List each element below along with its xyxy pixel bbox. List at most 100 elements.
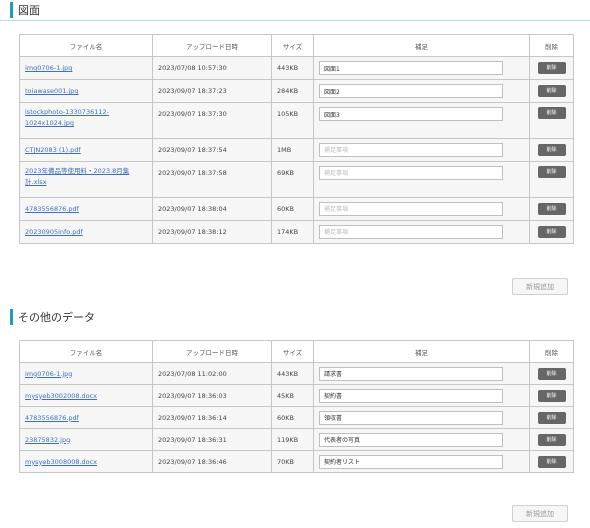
size-cell: 105KB (271, 102, 314, 139)
section-title-text: その他のデータ (18, 311, 95, 324)
file-cell: img0706-1.jpg (19, 56, 153, 80)
column-header-note: 補足 (313, 340, 530, 363)
delete-button[interactable]: 削除 (537, 226, 566, 238)
size-cell: 1MB (271, 138, 314, 162)
file-cell: 4783556876.pdf (19, 197, 153, 221)
table-row: istockphoto-1330736112-1024x1024.jpg 202… (19, 102, 574, 139)
uploaded-cell: 2023/09/07 18:36:14 (152, 406, 272, 429)
delete-button[interactable]: 削除 (537, 85, 566, 97)
size-cell: 45KB (271, 384, 314, 407)
note-input[interactable] (319, 366, 503, 381)
file-link[interactable]: 2023年備品等使用料・2023.8月集計.xlsx (25, 167, 129, 186)
add-drawing-button[interactable]: 新規追加 (512, 278, 568, 295)
size-cell: 69KB (271, 161, 314, 198)
file-link[interactable]: 20230905info.pdf (25, 228, 83, 236)
uploaded-cell: 2023/09/07 18:37:58 (152, 161, 272, 198)
section-title-text: 図面 (18, 4, 40, 17)
column-header-uploaded: アップロード日時 (152, 34, 272, 57)
file-link[interactable]: img0706-1.jpg (25, 370, 72, 378)
note-cell (313, 384, 530, 407)
delete-cell: 削除 (529, 384, 574, 407)
note-cell (313, 197, 530, 221)
delete-cell: 削除 (529, 406, 574, 429)
note-input[interactable] (319, 143, 503, 157)
file-cell: CTJN2083 (1).pdf (19, 138, 153, 162)
file-cell: img0706-1.jpg (19, 362, 153, 385)
file-cell: 4783556876.pdf (19, 406, 153, 429)
size-cell: 443KB (271, 362, 314, 385)
add-other-data-button[interactable]: 新規追加 (512, 505, 568, 522)
note-cell (313, 220, 530, 244)
file-link[interactable]: 4783556876.pdf (25, 205, 79, 213)
delete-cell: 削除 (529, 197, 574, 221)
file-link[interactable]: 4783556876.pdf (25, 414, 79, 422)
file-link[interactable]: mysyeb3008008.docx (25, 458, 97, 466)
file-link[interactable]: mysyeb3002008.docx (25, 392, 97, 400)
other-data-table: ファイル名 アップロード日時 サイズ 補足 削除 img0706-1.jpg 2… (19, 340, 574, 473)
delete-button[interactable]: 削除 (537, 166, 566, 178)
delete-cell: 削除 (529, 79, 574, 103)
delete-button[interactable]: 削除 (537, 455, 566, 468)
note-input[interactable] (319, 61, 503, 75)
drawings-table: ファイル名 アップロード日時 サイズ 補足 削除 img0706-1.jpg 2… (19, 34, 574, 244)
delete-button[interactable]: 削除 (537, 144, 566, 156)
note-input[interactable] (319, 202, 503, 216)
delete-cell: 削除 (529, 56, 574, 80)
uploaded-cell: 2023/09/07 18:37:54 (152, 138, 272, 162)
note-input[interactable] (319, 84, 503, 98)
table-row: mysyeb3008008.docx 2023/09/07 18:36:46 7… (19, 450, 574, 473)
delete-button[interactable]: 削除 (537, 203, 566, 215)
note-input[interactable] (319, 225, 503, 239)
table-row: img0706-1.jpg 2023/07/08 11:02:00 443KB … (19, 362, 574, 385)
table-row: 4783556876.pdf 2023/09/07 18:36:14 60KB … (19, 406, 574, 429)
uploaded-cell: 2023/09/07 18:38:04 (152, 197, 272, 221)
size-cell: 119KB (271, 428, 314, 451)
note-cell (313, 56, 530, 80)
delete-cell: 削除 (529, 161, 574, 198)
file-cell: istockphoto-1330736112-1024x1024.jpg (19, 102, 153, 139)
size-cell: 174KB (271, 220, 314, 244)
column-header-delete: 削除 (529, 340, 574, 363)
file-link[interactable]: istockphoto-1330736112-1024x1024.jpg (25, 108, 109, 127)
file-link[interactable]: 23875832.jpg (25, 436, 70, 444)
uploaded-cell: 2023/09/07 18:36:31 (152, 428, 272, 451)
note-input[interactable] (319, 166, 503, 180)
section-title-drawings: 図面 (10, 2, 40, 18)
delete-button[interactable]: 削除 (537, 433, 566, 446)
size-cell: 60KB (271, 406, 314, 429)
delete-button[interactable]: 削除 (537, 411, 566, 424)
note-input[interactable] (319, 107, 503, 121)
note-cell (313, 102, 530, 139)
column-header-file: ファイル名 (19, 340, 153, 363)
column-header-uploaded: アップロード日時 (152, 340, 272, 363)
column-header-note: 補足 (313, 34, 530, 57)
note-input[interactable] (319, 410, 503, 425)
table-row: 4783556876.pdf 2023/09/07 18:38:04 60KB … (19, 197, 574, 221)
section-title-other-data: その他のデータ (10, 309, 95, 325)
table-row: img0706-1.jpg 2023/07/08 10:57:30 443KB … (19, 56, 574, 80)
note-input[interactable] (319, 388, 503, 403)
uploaded-cell: 2023/09/07 18:38:12 (152, 220, 272, 244)
delete-button[interactable]: 削除 (537, 389, 566, 402)
note-input[interactable] (319, 454, 503, 469)
file-link[interactable]: img0706-1.jpg (25, 64, 72, 72)
delete-cell: 削除 (529, 220, 574, 244)
delete-button[interactable]: 削除 (537, 107, 566, 119)
column-header-size: サイズ (271, 340, 314, 363)
file-link[interactable]: CTJN2083 (1).pdf (25, 146, 81, 154)
file-cell: 23875832.jpg (19, 428, 153, 451)
delete-button[interactable]: 削除 (537, 62, 566, 74)
column-header-delete: 削除 (529, 34, 574, 57)
uploaded-cell: 2023/07/08 11:02:00 (152, 362, 272, 385)
note-input[interactable] (319, 432, 503, 447)
uploaded-cell: 2023/09/07 18:36:46 (152, 450, 272, 473)
delete-button[interactable]: 削除 (537, 367, 566, 380)
delete-cell: 削除 (529, 102, 574, 139)
file-link[interactable]: toiawase001.jpg (25, 87, 79, 95)
note-cell (313, 450, 530, 473)
table-row: toiawase001.jpg 2023/09/07 18:37:23 284K… (19, 79, 574, 103)
table-row: 2023年備品等使用料・2023.8月集計.xlsx 2023/09/07 18… (19, 161, 574, 198)
file-cell: mysyeb3008008.docx (19, 450, 153, 473)
file-cell: toiawase001.jpg (19, 79, 153, 103)
table-row: 23875832.jpg 2023/09/07 18:36:31 119KB 削… (19, 428, 574, 451)
